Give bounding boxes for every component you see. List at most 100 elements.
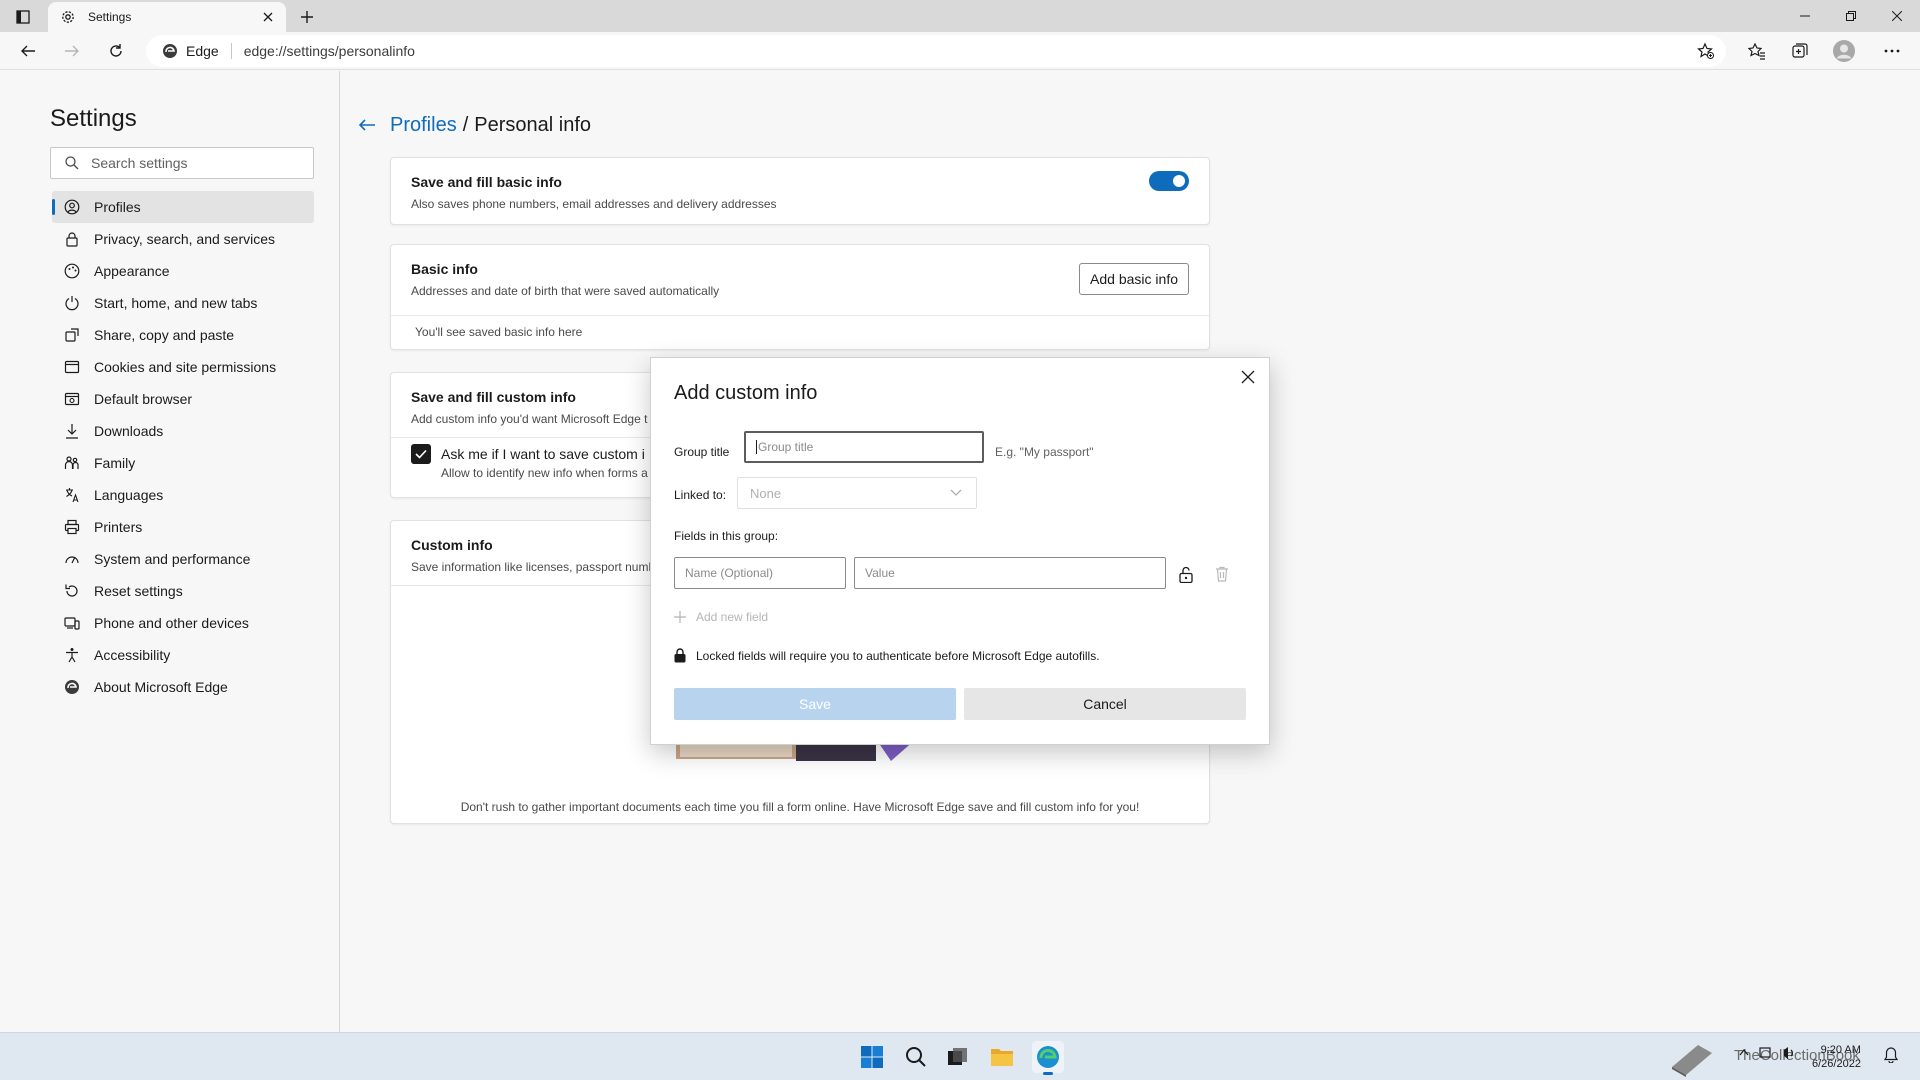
linked-to-select[interactable]: None <box>737 477 977 509</box>
new-tab-icon[interactable] <box>296 6 318 28</box>
ask-save-custom-checkbox[interactable] <box>411 444 431 464</box>
start-icon[interactable] <box>856 1041 888 1073</box>
card-title: Custom info <box>411 537 493 553</box>
linked-to-label: Linked to: <box>674 488 727 502</box>
sidebar-item-default-browser[interactable]: Default browser <box>52 383 314 415</box>
sidebar-item-family[interactable]: Family <box>52 447 314 479</box>
sidebar-item-phone[interactable]: Phone and other devices <box>52 607 314 639</box>
text-cursor <box>756 440 757 454</box>
sidebar-item-printers[interactable]: Printers <box>52 511 314 543</box>
download-icon <box>64 423 80 439</box>
add-new-field-button[interactable]: Add new field <box>674 610 768 624</box>
basic-info-empty-text: You'll see saved basic info here <box>415 325 583 339</box>
page-title: Personal info <box>474 113 592 136</box>
field-name-input[interactable]: Name (Optional) <box>674 557 846 589</box>
add-basic-info-button[interactable]: Add basic info <box>1079 263 1189 295</box>
phone-icon <box>64 615 80 631</box>
fields-in-group-label: Fields in this group: <box>674 529 779 543</box>
site-chip: Edge <box>162 43 219 59</box>
sidebar-item-languages[interactable]: Languages <box>52 479 314 511</box>
breadcrumb-separator: / <box>462 113 469 136</box>
sidebar-item-accessibility[interactable]: Accessibility <box>52 639 314 671</box>
browser-icon <box>64 391 80 407</box>
restore-icon[interactable] <box>1828 0 1874 32</box>
favorites-icon[interactable] <box>1743 37 1771 65</box>
unlock-icon[interactable] <box>1176 564 1196 584</box>
power-icon <box>64 295 80 311</box>
system-icon <box>64 551 80 567</box>
forward-icon[interactable] <box>58 37 86 65</box>
minimize-icon[interactable] <box>1782 0 1828 32</box>
dialog-title: Add custom info <box>674 382 818 404</box>
collections-icon[interactable] <box>1786 37 1814 65</box>
back-icon[interactable] <box>14 37 42 65</box>
sidebar-item-appearance[interactable]: Appearance <box>52 255 314 287</box>
more-menu-icon[interactable] <box>1878 37 1906 65</box>
linked-to-value: None <box>750 485 782 501</box>
field-value-placeholder: Value <box>865 566 895 580</box>
group-title-input[interactable]: Group title <box>744 431 984 463</box>
tab-title: Settings <box>88 10 132 24</box>
sidebar-item-profiles[interactable]: Profiles <box>52 191 314 223</box>
sidebar-item-label: Start, home, and new tabs <box>94 295 258 311</box>
task-view-icon[interactable] <box>942 1041 974 1073</box>
sidebar-item-label: Share, copy and paste <box>94 327 235 343</box>
omnibox-separator <box>230 43 232 59</box>
breadcrumb-profiles-link[interactable]: Profiles <box>390 114 457 137</box>
sidebar-item-start-home[interactable]: Start, home, and new tabs <box>52 287 314 319</box>
lock-icon <box>674 648 686 663</box>
search-icon[interactable] <box>900 1041 932 1073</box>
sidebar-item-share[interactable]: Share, copy and paste <box>52 319 314 351</box>
search-icon <box>65 156 79 170</box>
site-name: Edge <box>186 43 219 59</box>
sidebar-item-label: Languages <box>94 487 164 503</box>
delete-icon[interactable] <box>1212 564 1232 584</box>
sidebar-item-cookies[interactable]: Cookies and site permissions <box>52 351 314 383</box>
sidebar-item-reset[interactable]: Reset settings <box>52 575 314 607</box>
add-new-field-label: Add new field <box>696 610 769 624</box>
lock-note: Locked fields will require you to authen… <box>674 648 1100 663</box>
notification-icon[interactable] <box>1884 1047 1898 1063</box>
field-value-input[interactable]: Value <box>854 557 1166 589</box>
checkbox-label: Ask me if I want to save custom i <box>441 446 645 462</box>
tab-actions-icon[interactable] <box>10 6 36 28</box>
sidebar-item-label: Appearance <box>94 263 170 279</box>
close-icon[interactable] <box>1237 366 1259 388</box>
card-basic-info: Basic info Addresses and date of birth t… <box>390 244 1210 350</box>
edge-logo-icon <box>162 43 178 59</box>
sidebar-item-about[interactable]: About Microsoft Edge <box>52 671 314 703</box>
edge-taskbar-icon[interactable] <box>1032 1041 1064 1075</box>
sidebar-item-system[interactable]: System and performance <box>52 543 314 575</box>
file-explorer-icon[interactable] <box>986 1041 1018 1073</box>
add-favorite-icon[interactable] <box>1696 41 1716 61</box>
close-tab-icon[interactable] <box>260 9 276 25</box>
avatar[interactable] <box>1830 37 1858 65</box>
address-bar[interactable]: Edge edge://settings/personalinfo <box>146 35 1726 67</box>
book-watermark-icon <box>1668 1037 1716 1077</box>
close-window-icon[interactable] <box>1874 0 1920 32</box>
sidebar-item-downloads[interactable]: Downloads <box>52 415 314 447</box>
tab-settings[interactable]: Settings <box>48 2 286 32</box>
tray-icons[interactable] <box>1738 1045 1808 1061</box>
profile-icon <box>64 199 80 215</box>
checkbox-sublabel: Allow to identify new info when forms a <box>441 466 648 480</box>
search-input[interactable]: Search settings <box>50 147 314 179</box>
cancel-button[interactable]: Cancel <box>964 688 1246 720</box>
refresh-icon[interactable] <box>102 37 130 65</box>
edge-icon <box>64 679 80 695</box>
group-title-placeholder: Group title <box>758 440 814 454</box>
back-arrow-icon[interactable] <box>356 114 378 136</box>
printer-icon <box>64 519 80 535</box>
save-basic-info-toggle[interactable] <box>1149 171 1189 191</box>
lock-icon <box>64 231 80 247</box>
appearance-icon <box>64 263 80 279</box>
sidebar-item-label: Downloads <box>94 423 164 439</box>
url-text[interactable]: edge://settings/personalinfo <box>244 43 415 59</box>
sidebar-item-privacy[interactable]: Privacy, search, and services <box>52 223 314 255</box>
clock[interactable]: 9:20 AM 6/26/2022 <box>1812 1043 1861 1071</box>
group-title-hint: E.g. "My passport" <box>995 445 1094 459</box>
save-button[interactable]: Save <box>674 688 956 720</box>
language-icon <box>64 487 80 503</box>
card-divider <box>391 315 1209 316</box>
group-title-label: Group title <box>674 445 730 459</box>
